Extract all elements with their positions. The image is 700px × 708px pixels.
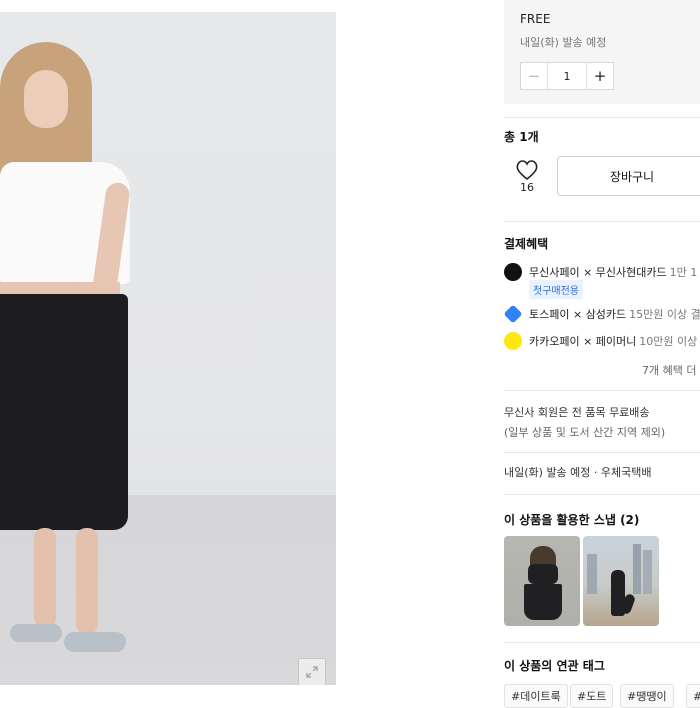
model-skirt [0, 294, 128, 530]
divider [504, 452, 700, 453]
snap-building [633, 544, 641, 594]
divider [504, 494, 700, 495]
benefit-detail: 10만원 이상 [639, 335, 698, 348]
tag-chip[interactable]: #데이트룩 [504, 684, 568, 708]
quantity-stepper: − 1 + [520, 62, 614, 90]
model-leg-right [76, 528, 98, 634]
add-to-cart-button[interactable]: 장바구니 [557, 156, 700, 196]
model-shoe-right [64, 632, 126, 652]
toss-pay-icon [503, 304, 523, 324]
quantity-value[interactable]: 1 [547, 63, 587, 89]
snap-thumbnail[interactable] [583, 536, 659, 626]
divider [504, 221, 700, 222]
first-purchase-badge: 첫구매전용 [529, 280, 583, 299]
selected-option-box: FREE 내일(화) 발송 예정 − 1 + [504, 0, 700, 104]
expand-icon[interactable] [298, 658, 326, 685]
model-shoe-left [10, 624, 62, 642]
divider [504, 390, 700, 391]
benefit-item-musinsa[interactable]: 무신사페이 × 무신사현대카드 1만 1 [504, 263, 697, 281]
purchase-panel: FREE 내일(화) 발송 예정 − 1 + 총 1개 16 장바구니 결제혜택… [490, 0, 700, 708]
snap-figure-top [528, 564, 558, 584]
product-image[interactable] [0, 12, 336, 685]
benefit-detail: 15만원 이상 결 [629, 308, 700, 321]
snap-figure-skirt [524, 584, 562, 620]
option-name: FREE [520, 12, 551, 26]
benefit-item-kakao[interactable]: 카카오페이 × 페이머니 10만원 이상 [504, 332, 697, 350]
snap-thumbnail[interactable] [504, 536, 580, 626]
kakao-pay-icon [504, 332, 522, 350]
divider [504, 117, 700, 118]
snap-building [587, 554, 597, 594]
more-benefits-link[interactable]: 7개 혜택 더 [642, 362, 696, 378]
delivery-schedule-text: 내일(화) 발송 예정 · 우체국택배 [504, 466, 652, 479]
model-leg-left [34, 528, 56, 628]
increase-button[interactable]: + [587, 63, 613, 89]
payment-benefits-title: 결제혜택 [504, 237, 549, 251]
option-shipping-date: 내일(화) 발송 예정 [520, 36, 607, 49]
benefit-label: 무신사페이 × 무신사현대카드 [529, 266, 667, 279]
heart-icon[interactable] [514, 158, 540, 182]
shipping-exception-text: (일부 상품 및 도서 산간 지역 제외) [504, 426, 666, 439]
free-shipping-text: 무신사 회원은 전 품목 무료배송 [504, 406, 650, 419]
total-count: 총 1개 [504, 130, 539, 144]
tags-section-title: 이 상품의 연관 태그 [504, 659, 605, 673]
tag-chip[interactable]: #도트 [570, 684, 614, 708]
snap-building [643, 550, 652, 594]
decrease-button[interactable]: − [521, 63, 547, 89]
divider [504, 642, 700, 643]
benefit-label: 카카오페이 × 페이머니 [529, 335, 637, 348]
tag-chip[interactable]: #마 [686, 684, 700, 708]
benefit-detail: 1만 1 [669, 266, 698, 279]
benefit-label: 토스페이 × 삼성카드 [529, 308, 627, 321]
like-count: 16 [520, 181, 534, 194]
model-face [24, 70, 68, 128]
musinsa-pay-icon [504, 263, 522, 281]
tag-chip[interactable]: #땡땡이 [620, 684, 674, 708]
benefit-item-toss[interactable]: 토스페이 × 삼성카드 15만원 이상 결 [503, 304, 700, 324]
snap-section-title: 이 상품을 활용한 스냅 (2) [504, 513, 640, 527]
